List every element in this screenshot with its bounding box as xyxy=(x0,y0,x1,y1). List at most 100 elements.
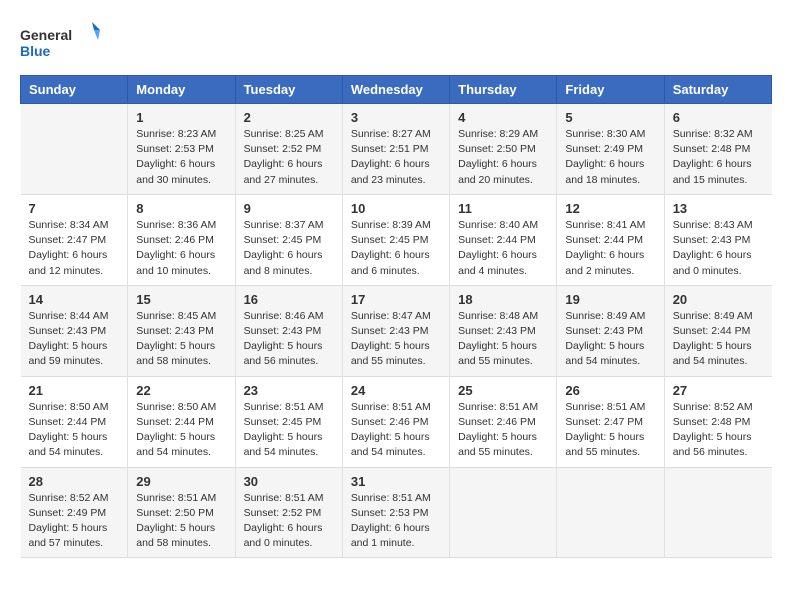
calendar-cell xyxy=(21,104,128,195)
day-header-wednesday: Wednesday xyxy=(342,76,449,104)
calendar-cell: 29 Sunrise: 8:51 AM Sunset: 2:50 PM Dayli… xyxy=(128,467,235,558)
calendar-cell xyxy=(557,467,664,558)
calendar-cell: 28Sunrise: 8:52 AM Sunset: 2:49 PM Dayli… xyxy=(21,467,128,558)
day-info: Sunrise: 8:46 AM Sunset: 2:43 PM Dayligh… xyxy=(244,309,334,370)
days-header-row: SundayMondayTuesdayWednesdayThursdayFrid… xyxy=(21,76,772,104)
calendar-cell: 13 Sunrise: 8:43 AM Sunset: 2:43 PM Dayli… xyxy=(664,194,771,285)
day-number: 16 xyxy=(244,292,334,307)
day-info: Sunrise: 8:48 AM Sunset: 2:43 PM Dayligh… xyxy=(458,309,548,370)
day-info: Sunrise: 8:51 AM Sunset: 2:52 PM Dayligh… xyxy=(244,491,334,552)
day-number: 23 xyxy=(244,383,334,398)
day-number: 21 xyxy=(29,383,120,398)
day-number: 14 xyxy=(29,292,120,307)
day-number: 8 xyxy=(136,201,226,216)
calendar-cell: 27Sunrise: 8:52 AM Sunset: 2:48 PM Dayli… xyxy=(664,376,771,467)
calendar-cell: 8 Sunrise: 8:36 AM Sunset: 2:46 PM Daylig… xyxy=(128,194,235,285)
day-number: 5 xyxy=(565,110,655,125)
day-info: Sunrise: 8:49 AM Sunset: 2:43 PM Dayligh… xyxy=(565,309,655,370)
calendar-cell: 30 Sunrise: 8:51 AM Sunset: 2:52 PM Dayli… xyxy=(235,467,342,558)
calendar-cell: 14Sunrise: 8:44 AM Sunset: 2:43 PM Dayli… xyxy=(21,285,128,376)
day-info: Sunrise: 8:50 AM Sunset: 2:44 PM Dayligh… xyxy=(29,400,120,461)
calendar-cell: 16 Sunrise: 8:46 AM Sunset: 2:43 PM Dayli… xyxy=(235,285,342,376)
logo-svg: General Blue xyxy=(20,20,100,65)
day-header-sunday: Sunday xyxy=(21,76,128,104)
day-info: Sunrise: 8:40 AM Sunset: 2:44 PM Dayligh… xyxy=(458,218,548,279)
day-header-friday: Friday xyxy=(557,76,664,104)
calendar-cell: 22 Sunrise: 8:50 AM Sunset: 2:44 PM Dayli… xyxy=(128,376,235,467)
day-number: 10 xyxy=(351,201,441,216)
week-row-5: 28Sunrise: 8:52 AM Sunset: 2:49 PM Dayli… xyxy=(21,467,772,558)
calendar-cell: 26 Sunrise: 8:51 AM Sunset: 2:47 PM Dayli… xyxy=(557,376,664,467)
calendar-cell: 19 Sunrise: 8:49 AM Sunset: 2:43 PM Dayli… xyxy=(557,285,664,376)
day-info: Sunrise: 8:50 AM Sunset: 2:44 PM Dayligh… xyxy=(136,400,226,461)
day-info: Sunrise: 8:51 AM Sunset: 2:50 PM Dayligh… xyxy=(136,491,226,552)
week-row-4: 21 Sunrise: 8:50 AM Sunset: 2:44 PM Dayli… xyxy=(21,376,772,467)
day-info: Sunrise: 8:52 AM Sunset: 2:49 PM Dayligh… xyxy=(29,491,120,552)
calendar-cell: 11 Sunrise: 8:40 AM Sunset: 2:44 PM Dayli… xyxy=(450,194,557,285)
day-number: 11 xyxy=(458,201,548,216)
day-number: 20 xyxy=(673,292,764,307)
day-number: 19 xyxy=(565,292,655,307)
header: General Blue xyxy=(20,20,772,65)
day-number: 30 xyxy=(244,474,334,489)
calendar-cell: 4 Sunrise: 8:29 AM Sunset: 2:50 PM Daylig… xyxy=(450,104,557,195)
calendar-cell: 18 Sunrise: 8:48 AM Sunset: 2:43 PM Dayli… xyxy=(450,285,557,376)
day-number: 18 xyxy=(458,292,548,307)
day-header-thursday: Thursday xyxy=(450,76,557,104)
day-info: Sunrise: 8:34 AM Sunset: 2:47 PM Dayligh… xyxy=(29,218,120,279)
day-info: Sunrise: 8:51 AM Sunset: 2:46 PM Dayligh… xyxy=(458,400,548,461)
calendar-cell: 25 Sunrise: 8:51 AM Sunset: 2:46 PM Dayli… xyxy=(450,376,557,467)
svg-text:Blue: Blue xyxy=(20,43,51,59)
day-number: 1 xyxy=(136,110,226,125)
calendar-cell: 17 Sunrise: 8:47 AM Sunset: 2:43 PM Dayli… xyxy=(342,285,449,376)
day-info: Sunrise: 8:39 AM Sunset: 2:45 PM Dayligh… xyxy=(351,218,441,279)
day-number: 31 xyxy=(351,474,441,489)
day-info: Sunrise: 8:51 AM Sunset: 2:47 PM Dayligh… xyxy=(565,400,655,461)
calendar-cell: 6 Sunrise: 8:32 AM Sunset: 2:48 PM Daylig… xyxy=(664,104,771,195)
day-number: 7 xyxy=(29,201,120,216)
calendar-cell: 10 Sunrise: 8:39 AM Sunset: 2:45 PM Dayli… xyxy=(342,194,449,285)
day-number: 29 xyxy=(136,474,226,489)
day-number: 9 xyxy=(244,201,334,216)
day-info: Sunrise: 8:52 AM Sunset: 2:48 PM Dayligh… xyxy=(673,400,764,461)
day-info: Sunrise: 8:25 AM Sunset: 2:52 PM Dayligh… xyxy=(244,127,334,188)
day-info: Sunrise: 8:32 AM Sunset: 2:48 PM Dayligh… xyxy=(673,127,764,188)
day-number: 17 xyxy=(351,292,441,307)
day-number: 26 xyxy=(565,383,655,398)
calendar-cell: 31Sunrise: 8:51 AM Sunset: 2:53 PM Dayli… xyxy=(342,467,449,558)
day-info: Sunrise: 8:30 AM Sunset: 2:49 PM Dayligh… xyxy=(565,127,655,188)
day-number: 25 xyxy=(458,383,548,398)
calendar-cell: 5 Sunrise: 8:30 AM Sunset: 2:49 PM Daylig… xyxy=(557,104,664,195)
day-header-tuesday: Tuesday xyxy=(235,76,342,104)
day-info: Sunrise: 8:23 AM Sunset: 2:53 PM Dayligh… xyxy=(136,127,226,188)
calendar-cell: 23Sunrise: 8:51 AM Sunset: 2:45 PM Dayli… xyxy=(235,376,342,467)
week-row-3: 14Sunrise: 8:44 AM Sunset: 2:43 PM Dayli… xyxy=(21,285,772,376)
calendar-cell: 24 Sunrise: 8:51 AM Sunset: 2:46 PM Dayli… xyxy=(342,376,449,467)
day-number: 22 xyxy=(136,383,226,398)
calendar-cell xyxy=(664,467,771,558)
calendar-cell: 9 Sunrise: 8:37 AM Sunset: 2:45 PM Daylig… xyxy=(235,194,342,285)
calendar-cell: 15 Sunrise: 8:45 AM Sunset: 2:43 PM Dayli… xyxy=(128,285,235,376)
day-info: Sunrise: 8:51 AM Sunset: 2:46 PM Dayligh… xyxy=(351,400,441,461)
day-number: 4 xyxy=(458,110,548,125)
calendar-cell: 7 Sunrise: 8:34 AM Sunset: 2:47 PM Daylig… xyxy=(21,194,128,285)
svg-text:General: General xyxy=(20,27,72,43)
calendar-table: SundayMondayTuesdayWednesdayThursdayFrid… xyxy=(20,75,772,558)
calendar-cell: 21 Sunrise: 8:50 AM Sunset: 2:44 PM Dayli… xyxy=(21,376,128,467)
day-number: 15 xyxy=(136,292,226,307)
day-number: 13 xyxy=(673,201,764,216)
day-number: 24 xyxy=(351,383,441,398)
day-info: Sunrise: 8:45 AM Sunset: 2:43 PM Dayligh… xyxy=(136,309,226,370)
day-info: Sunrise: 8:27 AM Sunset: 2:51 PM Dayligh… xyxy=(351,127,441,188)
day-info: Sunrise: 8:37 AM Sunset: 2:45 PM Dayligh… xyxy=(244,218,334,279)
calendar-cell xyxy=(450,467,557,558)
day-info: Sunrise: 8:47 AM Sunset: 2:43 PM Dayligh… xyxy=(351,309,441,370)
logo: General Blue xyxy=(20,20,100,65)
day-number: 6 xyxy=(673,110,764,125)
week-row-2: 7 Sunrise: 8:34 AM Sunset: 2:47 PM Daylig… xyxy=(21,194,772,285)
week-row-1: 1 Sunrise: 8:23 AM Sunset: 2:53 PM Daylig… xyxy=(21,104,772,195)
day-info: Sunrise: 8:29 AM Sunset: 2:50 PM Dayligh… xyxy=(458,127,548,188)
calendar-cell: 2Sunrise: 8:25 AM Sunset: 2:52 PM Daylig… xyxy=(235,104,342,195)
day-info: Sunrise: 8:36 AM Sunset: 2:46 PM Dayligh… xyxy=(136,218,226,279)
day-info: Sunrise: 8:43 AM Sunset: 2:43 PM Dayligh… xyxy=(673,218,764,279)
